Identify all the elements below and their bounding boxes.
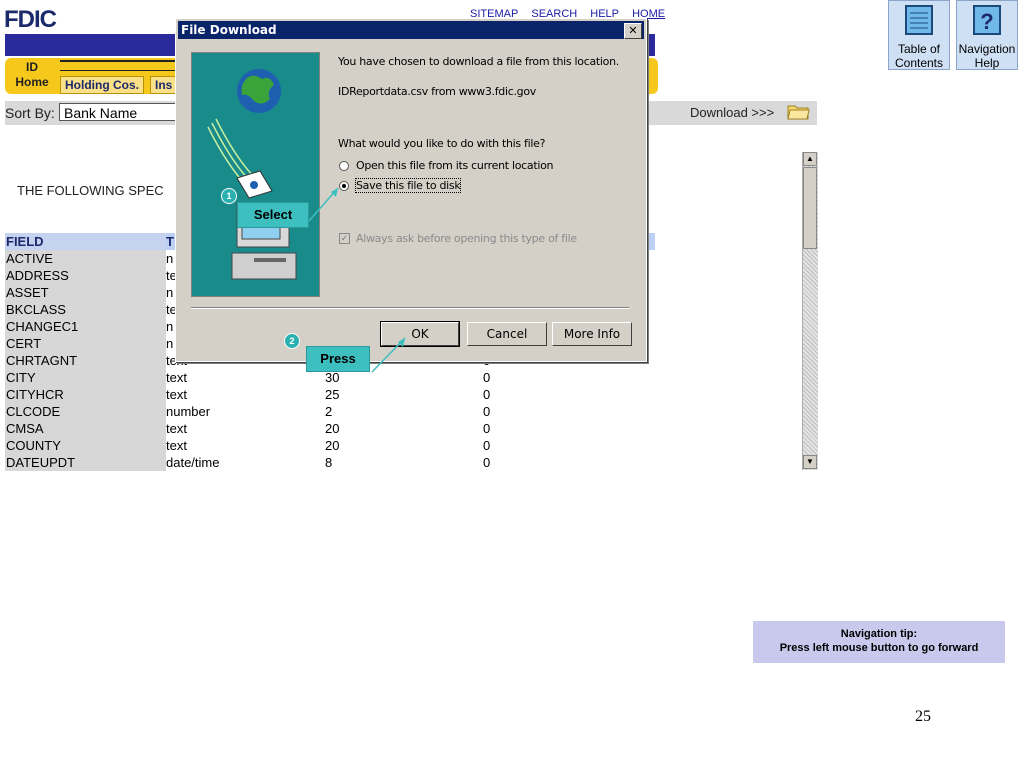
table-cell: text <box>166 438 187 453</box>
table-cell: number <box>166 404 211 419</box>
press-callout: Press <box>306 346 370 372</box>
navigation-tip: Navigation tip: Press left mouse button … <box>753 621 1005 663</box>
select-callout: Select <box>237 202 309 228</box>
table-cell: 20 <box>325 438 340 453</box>
step2-number-badge: 2 <box>284 333 300 349</box>
table-cell: DATEUPDT <box>5 454 166 471</box>
scroll-down-icon[interactable]: ▼ <box>803 455 817 469</box>
tip-line2: Press left mouse button to go forward <box>779 642 979 654</box>
tip-line1: Navigation tip: <box>840 628 918 640</box>
table-cell: 0 <box>483 438 491 453</box>
table-cell: 0 <box>483 455 491 470</box>
table-cell: COUNTY <box>5 437 166 454</box>
page-number: 25 <box>915 708 931 725</box>
callout-arrows <box>307 187 406 373</box>
table-cell: 8 <box>325 455 333 470</box>
table-row: CLCODE number 2 0 <box>5 403 655 420</box>
table-cell: 0 <box>483 421 491 436</box>
table-cell: text <box>166 421 187 436</box>
table-cell: 20 <box>325 421 340 436</box>
table-row: COUNTY text 20 0 <box>5 437 655 454</box>
table-row: DATEUPDT date/time 8 0 <box>5 454 655 471</box>
table-row: CMSA text 20 0 <box>5 420 655 437</box>
table-cell: 2 <box>325 404 333 419</box>
table-cell: CMSA <box>5 420 166 437</box>
table-cell: CLCODE <box>5 403 166 420</box>
table-cell: date/time <box>166 455 220 470</box>
table-cell: 0 <box>483 404 491 419</box>
step1-number-badge: 1 <box>221 188 237 204</box>
